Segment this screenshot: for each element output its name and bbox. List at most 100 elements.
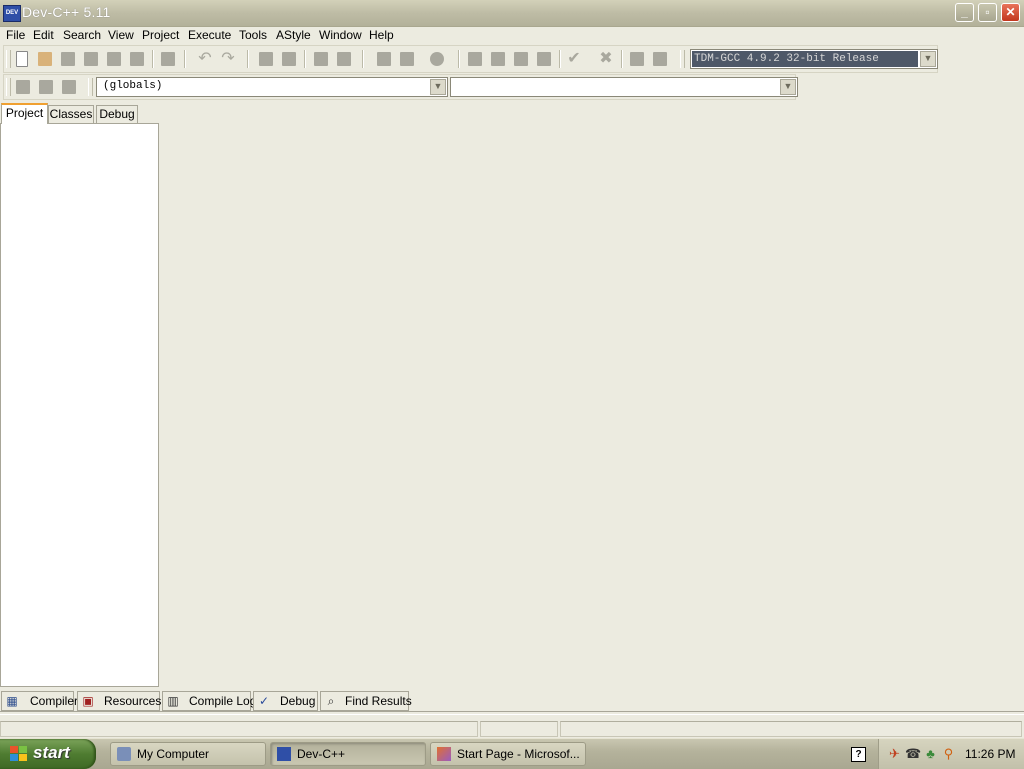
status-bar — [0, 719, 1024, 739]
menu-view[interactable]: View — [108, 28, 134, 42]
title-bar[interactable]: DEV Dev-C++ 5.11 _ ▫ ✕ — [0, 0, 1024, 27]
menu-file[interactable]: File — [6, 28, 25, 42]
main-toolbar: ↶ ↷ ✔ ✖ TDM-GCC 4.9.2 32-bit Release ▼ — [3, 45, 938, 73]
toolbar-separator — [559, 50, 561, 68]
redo-icon[interactable]: ↷ — [219, 50, 237, 68]
toolbar-separator — [458, 50, 460, 68]
bar-chart-icon: ▥ — [167, 694, 179, 708]
find-icon: ⌕ — [327, 694, 335, 708]
taskbar-item-label: Dev-C++ — [297, 747, 346, 761]
menu-tools[interactable]: Tools — [239, 28, 267, 42]
tab-classes[interactable]: Classes — [48, 105, 94, 123]
editor-area[interactable] — [161, 103, 1024, 687]
toolbar-separator — [304, 50, 306, 68]
compile-run-icon[interactable] — [512, 50, 530, 68]
close-button[interactable]: ✕ — [1001, 3, 1020, 22]
visual-studio-icon — [437, 747, 451, 761]
toolbar-separator — [152, 50, 154, 68]
menu-edit[interactable]: Edit — [33, 28, 54, 42]
toolbar-grip[interactable] — [88, 78, 93, 96]
rebuild-all-icon[interactable] — [535, 50, 553, 68]
toolbar-grip[interactable] — [6, 78, 11, 96]
menu-help[interactable]: Help — [369, 28, 394, 42]
new-file-icon[interactable] — [13, 50, 31, 68]
menu-bar: File Edit Search View Project Execute To… — [0, 26, 1024, 44]
scope-value: (globals) — [103, 80, 163, 92]
chevron-down-icon[interactable]: ▼ — [430, 79, 446, 95]
stop-execution-icon[interactable]: ✖ — [597, 50, 615, 68]
start-button[interactable]: start — [0, 739, 96, 769]
menu-astyle[interactable]: AStyle — [276, 28, 311, 42]
toolbar-separator — [362, 50, 364, 68]
minimize-button[interactable]: _ — [955, 3, 974, 22]
window-title: Dev-C++ 5.11 — [22, 4, 111, 20]
compiler-icon: ▦ — [6, 694, 18, 708]
menu-search[interactable]: Search — [63, 28, 101, 42]
save-icon[interactable] — [59, 50, 77, 68]
find-next-icon[interactable] — [312, 50, 330, 68]
connection-icon[interactable]: ☎ — [905, 746, 921, 761]
help-icon[interactable]: ? — [851, 747, 866, 762]
checkmark-icon: ✓ — [258, 694, 270, 708]
maximize-button[interactable]: ▫ — [978, 3, 997, 22]
insert-icon[interactable] — [14, 78, 32, 96]
output-splitter[interactable] — [0, 711, 1024, 715]
project-tree-panel[interactable] — [0, 123, 159, 687]
class-toolbar: (globals) ▼ ▼ — [3, 74, 798, 100]
goto-line-icon[interactable] — [335, 50, 353, 68]
tab-compile-log[interactable]: ▥ Compile Log — [162, 691, 256, 711]
run-icon[interactable] — [489, 50, 507, 68]
close-all-icon[interactable] — [128, 50, 146, 68]
computer-icon — [117, 747, 131, 761]
tab-find-results-label: Find Results — [345, 694, 412, 708]
tab-resources[interactable]: ▣ Resources — [77, 691, 161, 711]
taskbar-item-devcpp[interactable]: Dev-C++ — [270, 742, 426, 766]
compiler-set-select[interactable]: TDM-GCC 4.9.2 32-bit Release ▼ — [690, 49, 938, 69]
toolbar-separator — [247, 50, 249, 68]
compile-icon[interactable] — [466, 50, 484, 68]
chevron-down-icon[interactable]: ▼ — [780, 79, 796, 95]
find-icon[interactable] — [257, 50, 275, 68]
compiler-set-value: TDM-GCC 4.9.2 32-bit Release — [692, 51, 918, 67]
start-label: start — [33, 743, 70, 762]
undo-icon[interactable]: ↶ — [196, 50, 214, 68]
unindent-icon[interactable] — [398, 50, 416, 68]
goto-definition-icon[interactable] — [60, 78, 78, 96]
indent-icon[interactable] — [375, 50, 393, 68]
member-select[interactable]: ▼ — [450, 77, 798, 97]
tab-project[interactable]: Project — [1, 103, 48, 124]
tab-debug-output-label: Debug — [280, 694, 316, 708]
taskbar-item-visual-studio[interactable]: Start Page - Microsof... — [430, 742, 586, 766]
toolbar-grip[interactable] — [6, 50, 11, 68]
chevron-down-icon[interactable]: ▼ — [920, 51, 936, 67]
tab-compiler[interactable]: ▦ Compiler — [1, 691, 78, 711]
tab-debug-output[interactable]: ✓ Debug — [253, 691, 318, 711]
scope-select[interactable]: (globals) ▼ — [96, 77, 448, 97]
taskbar-item-my-computer[interactable]: My Computer — [110, 742, 266, 766]
delete-profile-icon[interactable] — [651, 50, 669, 68]
menu-window[interactable]: Window — [319, 28, 362, 42]
print-icon[interactable] — [159, 50, 177, 68]
status-pane-mode — [480, 721, 558, 737]
toolbar-grip[interactable] — [680, 50, 685, 68]
menu-project[interactable]: Project — [142, 28, 179, 42]
profile-icon[interactable] — [628, 50, 646, 68]
close-file-icon[interactable] — [105, 50, 123, 68]
devcpp-app-icon[interactable]: DEV — [3, 5, 21, 22]
save-all-icon[interactable] — [82, 50, 100, 68]
open-file-icon[interactable] — [36, 50, 54, 68]
toggle-comment-icon[interactable] — [428, 50, 446, 68]
network-icon[interactable]: ✈ — [887, 746, 902, 761]
clock[interactable]: 11:26 PM — [965, 747, 1015, 761]
replace-icon[interactable] — [280, 50, 298, 68]
goto-declaration-icon[interactable] — [37, 78, 55, 96]
tray-app-icon[interactable]: ♣ — [923, 746, 938, 761]
status-pane-info — [560, 721, 1022, 737]
magnifier-icon[interactable]: ⚲ — [941, 746, 956, 761]
menu-execute[interactable]: Execute — [188, 28, 231, 42]
tab-debug[interactable]: Debug — [96, 105, 138, 123]
output-tabs: ▦ Compiler ▣ Resources ▥ Compile Log ✓ D… — [0, 691, 1024, 711]
tab-find-results[interactable]: ⌕ Find Results — [320, 691, 412, 711]
tab-compile-log-label: Compile Log — [189, 694, 257, 708]
syntax-check-icon[interactable]: ✔ — [565, 50, 583, 68]
